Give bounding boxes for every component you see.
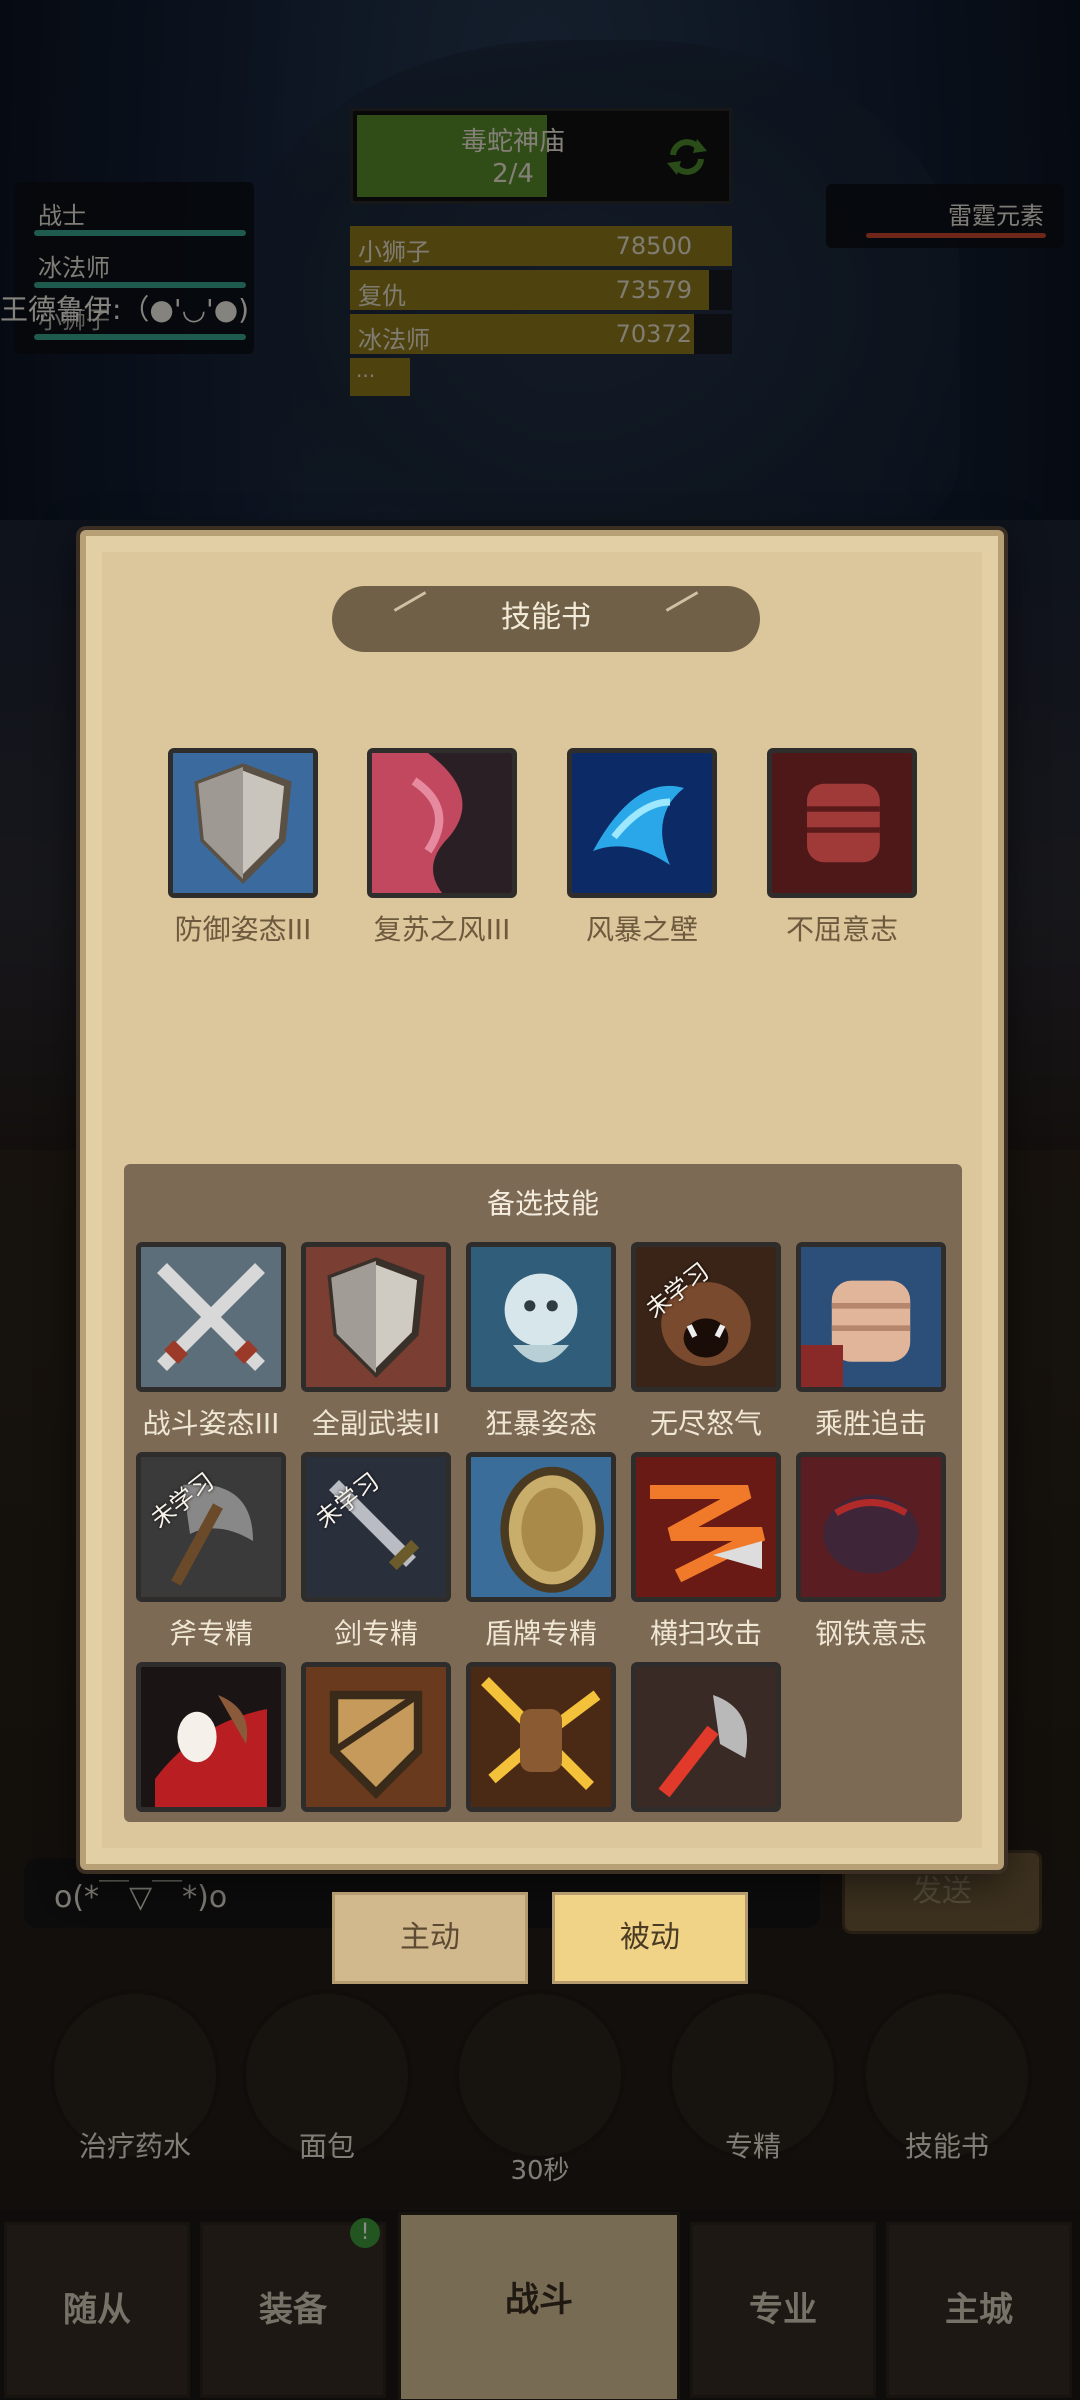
fist-icon [796,1242,946,1392]
skillbook-dialog: 技能书 防御姿态III 复苏之风III 风暴之壁 不屈意志 备选技能 战斗姿态I… [80,530,1004,1870]
candidate-skill[interactable] [136,1662,286,1812]
roar-icon: 未学习 [631,1242,781,1392]
equipped-skill[interactable]: 复苏之风III [367,748,517,948]
candidate-skill[interactable]: 横扫攻击 [631,1452,781,1652]
candidate-title: 备选技能 [486,1187,599,1220]
skill-label: 乘胜追击 [814,1407,927,1440]
wind-icon [367,748,517,898]
candidate-skill[interactable]: 未学习 斧专精 [136,1452,286,1652]
sword-icon: 未学习 [301,1452,451,1602]
guard-icon [301,1662,451,1812]
fist-icon [767,748,917,898]
shield-icon [168,748,318,898]
skill-label: 剑专精 [333,1617,418,1650]
skill-label: 不屈意志 [785,913,898,946]
skill-label: 盾牌专精 [484,1617,597,1650]
skill-label: 全副武装II [311,1407,441,1440]
skill-label: 复苏之风III [373,913,511,946]
blood-strike-icon [136,1662,286,1812]
muscle-icon [796,1452,946,1602]
candidate-skill[interactable]: 乘胜追击 [796,1242,946,1442]
equipped-skill[interactable]: 防御姿态III [168,748,318,948]
sweep-icon [631,1452,781,1602]
candidate-skill[interactable]: 全副武装II [301,1242,451,1442]
round-shield-icon [466,1452,616,1602]
dialog-title: 技能书 [332,586,760,652]
skill-label: 无尽怒气 [649,1407,762,1440]
shield-icon [301,1242,451,1392]
skill-label: 战斗姿态III [142,1407,280,1440]
slash-icon [631,1662,781,1812]
candidate-skill[interactable]: 狂暴姿态 [466,1242,616,1442]
skill-label: 防御姿态III [174,913,312,946]
equipped-skill[interactable]: 风暴之壁 [567,748,717,948]
candidate-skill[interactable] [301,1662,451,1812]
skill-label: 狂暴姿态 [484,1407,597,1440]
axe-icon: 未学习 [136,1452,286,1602]
candidate-skill[interactable]: 未学习 剑专精 [301,1452,451,1652]
candidate-skill[interactable]: 战斗姿态III [136,1242,286,1442]
tab-active-skills[interactable]: 主动 [332,1892,528,1984]
skill-label: 风暴之壁 [585,913,698,946]
smash-icon [466,1662,616,1812]
berserker-icon [466,1242,616,1392]
candidate-skill[interactable] [631,1662,781,1812]
candidate-skills-panel: 备选技能 战斗姿态III 全副武装II 狂暴姿态 未学习 无尽怒气 乘胜追击 未… [124,1164,962,1822]
crossed-swords-icon [136,1242,286,1392]
equipped-skill[interactable]: 不屈意志 [767,748,917,948]
tab-passive-skills[interactable]: 被动 [552,1892,748,1984]
candidate-skill[interactable]: 未学习 无尽怒气 [631,1242,781,1442]
skill-label: 斧专精 [168,1617,253,1650]
candidate-skill[interactable]: 钢铁意志 [796,1452,946,1652]
candidate-skill[interactable]: 盾牌专精 [466,1452,616,1652]
skill-label: 钢铁意志 [814,1617,927,1650]
storm-icon [567,748,717,898]
skill-label: 横扫攻击 [649,1617,762,1650]
candidate-skill[interactable] [466,1662,616,1812]
